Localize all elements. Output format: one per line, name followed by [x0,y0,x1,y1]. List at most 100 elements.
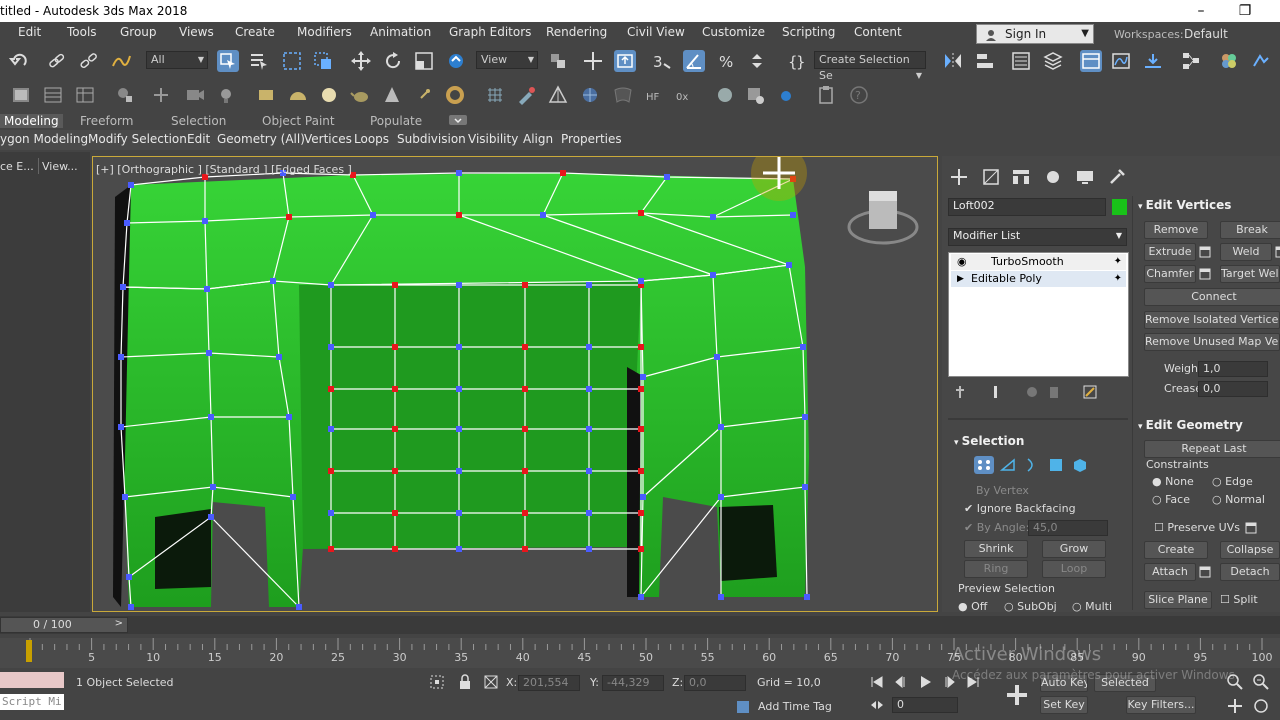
border-mode-icon[interactable] [1022,456,1042,474]
connect-button[interactable]: Connect [1144,288,1280,306]
material-editor-icon[interactable] [1218,50,1240,72]
preserve-uvs-checkbox[interactable]: ☐ Preserve UVs [1154,521,1240,534]
extrude-button[interactable]: Extrude [1144,243,1196,261]
preserve-uvs-settings-icon[interactable] [1244,521,1258,535]
help-icon[interactable]: ? [848,84,870,106]
constraint-face-radio[interactable]: ○ Face [1152,493,1190,506]
go-to-start-icon[interactable] [868,673,886,691]
edit-vertices-rollout-title[interactable]: ▾ Edit Vertices [1138,198,1231,212]
orbit-icon[interactable] [1252,697,1270,715]
create-tab-icon[interactable] [948,166,970,188]
table-icon[interactable] [74,84,96,106]
viewport-layout-icon[interactable] [10,84,32,106]
make-unique-icon[interactable] [1024,384,1040,400]
remove-button[interactable]: Remove [1144,221,1208,239]
sign-in-dropdown[interactable]: Sign In ▼ [976,24,1094,44]
toggle-ribbon-icon[interactable] [1080,50,1102,72]
scene-explorer-label[interactable]: ce E... [0,160,34,173]
remove-modifier-icon[interactable] [1046,384,1062,400]
utilities-tab-icon[interactable] [1106,166,1128,188]
menu-scripting[interactable]: Scripting [782,25,835,39]
ring-button[interactable]: Ring [964,560,1028,578]
split-checkbox[interactable]: ☐ Split [1220,593,1258,606]
pin-stack-icon[interactable] [952,384,968,400]
tab-object-paint[interactable]: Object Paint [262,114,335,128]
chamfer-button[interactable]: Chamfer [1144,265,1196,283]
target-weld-button[interactable]: Target Weld [1220,265,1280,283]
object-color-swatch[interactable] [1112,199,1127,215]
minimize-button[interactable]: – [1186,0,1216,22]
show-end-result-icon[interactable] [988,384,1004,400]
key-filters-button[interactable]: Key Filters... [1126,696,1196,714]
pivot-center-icon[interactable] [547,50,569,72]
break-button[interactable]: Break [1220,221,1280,239]
maxscript-listener-top[interactable] [0,672,64,688]
lights-icon[interactable] [215,84,237,106]
snap-toggle-icon[interactable]: 3 [650,50,672,72]
modifier-list-dropdown[interactable]: Modifier List ▼ [948,228,1127,246]
viewcube-icon[interactable] [847,191,919,245]
motion-tab-icon[interactable] [1042,166,1064,188]
set-key-icon[interactable] [1004,682,1030,708]
menu-rendering[interactable]: Rendering [546,25,607,39]
restore-button[interactable]: ❐ [1230,0,1260,22]
by-angle-checkbox[interactable]: ✔ By Angle: [964,521,1029,534]
box-primitive-icon[interactable] [255,84,277,106]
light-bulb-icon[interactable]: ✦ [1114,254,1122,270]
time-tag-icon[interactable] [734,698,752,716]
render-sphere-icon[interactable] [714,84,736,106]
lattice-icon[interactable] [484,84,506,106]
angle-snap-icon[interactable] [683,50,705,72]
selection-filter-dropdown[interactable]: All ▼ [146,51,208,69]
remove-unused-map-button[interactable]: Remove Unused Map Verts [1144,333,1280,351]
half-sphere-icon[interactable] [287,84,309,106]
scene-explorer-icon[interactable] [1010,50,1032,72]
window-crossing-icon[interactable] [312,50,334,72]
render-production-icon[interactable] [775,84,797,106]
viewport-label[interactable]: [+] [Orthographic ] [Standard ] [Edged F… [96,163,352,176]
tab-modeling[interactable]: Modeling [0,114,63,128]
tab-populate[interactable]: Populate [370,114,422,128]
unlink-icon[interactable] [78,50,100,72]
menu-customize[interactable]: Customize [702,25,765,39]
maxscript-listener[interactable]: Script Mi [0,694,64,710]
current-frame-field[interactable]: 0 [892,697,958,713]
helper-tool-icon[interactable] [114,84,136,106]
preview-subobj-radio[interactable]: ○ SubObj [1004,600,1057,613]
particle-icon[interactable] [413,84,435,106]
light-bulb-icon[interactable]: ✦ [1114,271,1122,287]
by-vertex-checkbox[interactable]: By Vertex [976,484,1029,497]
crease-spinner[interactable]: 0,0 [1198,381,1268,397]
spherify-icon[interactable] [579,84,601,106]
hair-fur-icon[interactable]: HF [643,84,665,106]
percent-snap-icon[interactable]: % [716,50,738,72]
select-by-name-icon[interactable] [248,50,270,72]
view-menu-label[interactable]: View... [42,160,78,173]
align-icon[interactable] [974,50,996,72]
ribbon-options-icon[interactable] [448,113,468,130]
menu-create[interactable]: Create [235,25,275,39]
add-time-tag[interactable]: Add Time Tag [758,700,832,713]
grow-button[interactable]: Grow [1042,540,1106,558]
edit-geometry-rollout-title[interactable]: ▾ Edit Geometry [1138,418,1243,432]
key-mode-icon[interactable] [868,696,886,714]
weld-settings-icon[interactable] [1274,245,1280,259]
current-frame-marker[interactable] [26,640,32,662]
modify-tab-icon[interactable] [980,166,1002,188]
configure-modifier-sets-icon[interactable] [1082,384,1098,400]
display-tab-icon[interactable] [1074,166,1096,188]
lock-icon[interactable] [456,673,474,691]
time-slider-thumb[interactable]: 0 / 100 > [0,617,128,633]
layer-explorer-icon[interactable] [1042,50,1064,72]
render-setup-icon[interactable] [1250,50,1272,72]
torus-primitive-icon[interactable] [444,84,466,106]
constraint-none-radio[interactable]: ● None [1152,475,1194,488]
teapot-icon[interactable] [350,84,372,106]
expand-arrow-icon[interactable]: ▶ [957,271,964,287]
menu-content[interactable]: Content [854,25,902,39]
previous-frame-icon[interactable] [892,673,910,691]
eye-icon[interactable]: ◉ [957,254,967,270]
polygon-mode-icon[interactable] [1046,456,1066,474]
menu-civil-view[interactable]: Civil View [627,25,685,39]
symmetry-icon[interactable] [547,84,569,106]
